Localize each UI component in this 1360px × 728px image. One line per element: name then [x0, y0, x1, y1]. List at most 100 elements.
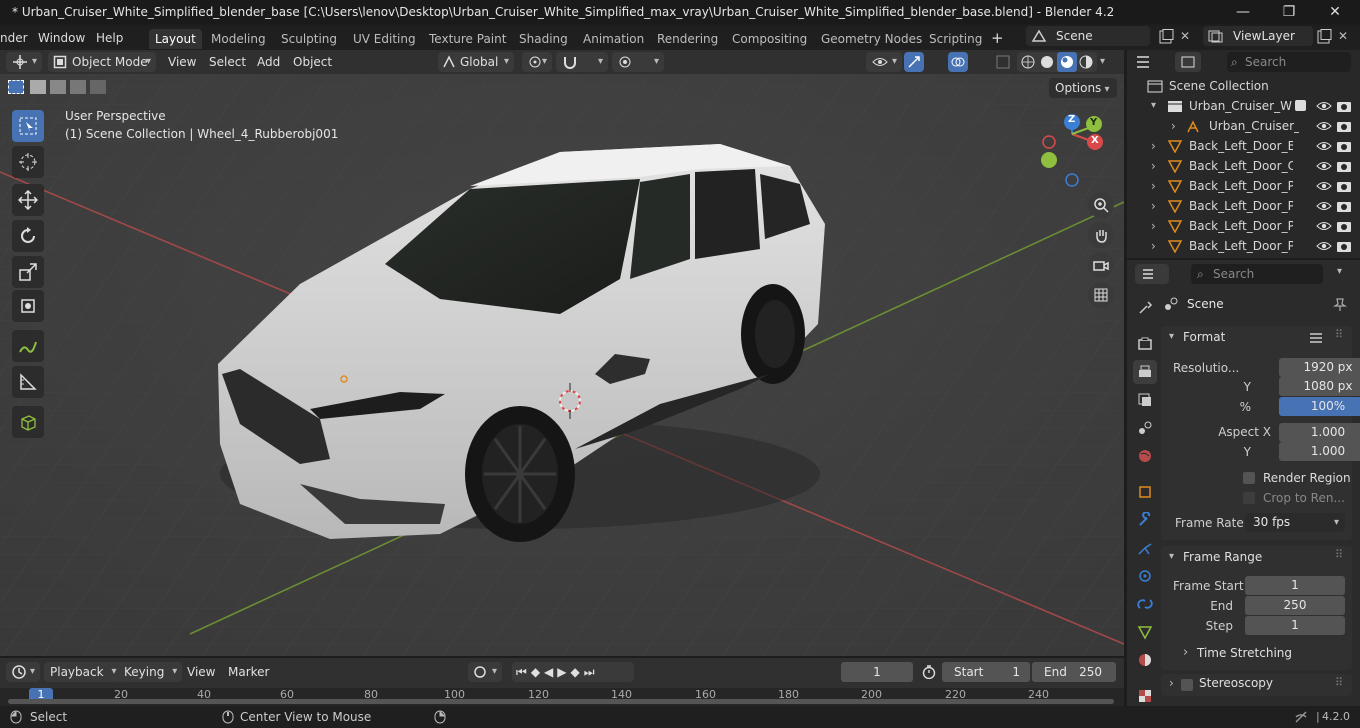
camera-icon[interactable] — [1336, 198, 1352, 214]
outliner-row[interactable]: › Urban_Cruiser_ — [1127, 116, 1360, 136]
rotate-tool[interactable] — [12, 220, 44, 252]
tab-animation[interactable]: Animation — [577, 29, 650, 49]
new-scene-icon[interactable] — [1158, 29, 1174, 45]
solid-shading-icon[interactable] — [1039, 54, 1055, 70]
aspect-x-field[interactable]: 1.000 — [1279, 423, 1360, 442]
delete-scene-icon[interactable]: ✕ — [1180, 29, 1190, 43]
tab-data[interactable] — [1133, 620, 1157, 644]
expand-chevron-icon[interactable]: › — [1171, 116, 1176, 136]
select-intersect-icon[interactable] — [90, 80, 106, 94]
tab-modifiers[interactable] — [1133, 508, 1157, 532]
shading-options-chevron-icon[interactable]: ▾ — [1100, 52, 1105, 72]
eye-icon[interactable] — [1316, 98, 1332, 114]
pan-button[interactable] — [1088, 222, 1114, 248]
tab-layout[interactable]: Layout — [149, 29, 202, 49]
material-shading-button[interactable] — [1057, 52, 1077, 72]
add-cube-tool[interactable] — [12, 406, 44, 438]
tab-constraints[interactable] — [1133, 592, 1157, 616]
scene-selector[interactable]: Scene — [1026, 26, 1150, 46]
exclude-checkbox[interactable] — [1295, 100, 1306, 111]
end-frame-field[interactable]: End 250 — [1032, 662, 1116, 682]
menu-playback[interactable]: Playback — [44, 662, 122, 682]
select-box-tool[interactable] — [12, 110, 44, 142]
menu-keying[interactable]: Keying — [118, 662, 183, 682]
proportional-edit-toggle[interactable] — [612, 52, 664, 72]
menu-object[interactable]: Object — [293, 52, 332, 72]
presets-list-icon[interactable] — [1309, 331, 1323, 345]
visibility-toggle[interactable] — [866, 52, 902, 72]
start-frame-field[interactable]: Start 1 — [942, 662, 1030, 682]
annotate-tool[interactable] — [12, 330, 44, 362]
eye-icon[interactable] — [1316, 198, 1332, 214]
camera-icon[interactable] — [1336, 158, 1352, 174]
outliner-row[interactable]: › Back_Left_Door_Pla — [1127, 216, 1360, 236]
expand-chevron-icon[interactable]: › — [1151, 136, 1156, 156]
outliner-row[interactable]: ▾ Urban_Cruiser_Whi — [1127, 96, 1360, 116]
add-workspace-button[interactable]: + — [991, 28, 1004, 48]
tab-texture-paint[interactable]: Texture Paint — [423, 29, 512, 49]
zoom-button[interactable] — [1088, 192, 1114, 218]
tab-tool[interactable] — [1133, 296, 1157, 320]
tab-output[interactable] — [1133, 360, 1157, 384]
eye-icon[interactable] — [1316, 138, 1332, 154]
expand-chevron-icon[interactable]: › — [1151, 196, 1156, 216]
cursor-tool[interactable] — [12, 146, 44, 178]
tab-object[interactable] — [1133, 480, 1157, 504]
menu-timeline-view[interactable]: View — [187, 662, 215, 682]
scale-tool[interactable] — [12, 256, 44, 288]
outliner-search[interactable]: ⌕ Search — [1227, 52, 1351, 72]
timeline-editor-type[interactable] — [6, 662, 40, 682]
camera-icon[interactable] — [1336, 118, 1352, 134]
maximize-button[interactable]: ❐ — [1266, 0, 1312, 24]
expand-chevron-icon[interactable]: › — [1151, 156, 1156, 176]
frame-step-field[interactable]: 1 — [1245, 616, 1345, 635]
outliner-root[interactable]: Scene Collection — [1127, 76, 1360, 96]
eye-icon[interactable] — [1316, 178, 1332, 194]
pin-icon[interactable] — [1333, 297, 1347, 311]
prev-keyframe-icon[interactable]: ◆ — [531, 665, 544, 679]
transform-orientation-selector[interactable]: Global — [438, 52, 514, 72]
menu-marker[interactable]: Marker — [228, 662, 269, 682]
outliner-editor-icon[interactable] — [1135, 55, 1153, 69]
auto-keying-toggle[interactable] — [468, 662, 502, 682]
eye-icon[interactable] — [1316, 238, 1332, 254]
tab-material[interactable] — [1133, 648, 1157, 672]
timeline-scrollbar[interactable] — [8, 699, 1114, 704]
select-invert-icon[interactable] — [70, 80, 86, 94]
outliner-row[interactable]: › Back_Left_Door_Pla — [1127, 196, 1360, 216]
stereoscopy-checkbox[interactable] — [1181, 679, 1193, 691]
tab-texture[interactable] — [1133, 684, 1157, 708]
play-icon[interactable]: ▶ — [557, 665, 570, 679]
tab-scene[interactable] — [1133, 416, 1157, 440]
display-mode-selector[interactable] — [1175, 52, 1201, 72]
tab-modeling[interactable]: Modeling — [205, 29, 272, 49]
properties-editor-type[interactable] — [1135, 264, 1169, 284]
expand-chevron-icon[interactable]: › — [1151, 216, 1156, 236]
eye-icon[interactable] — [1316, 158, 1332, 174]
tab-compositing[interactable]: Compositing — [726, 29, 813, 49]
rendered-shading-icon[interactable] — [1078, 54, 1094, 70]
move-tool[interactable] — [12, 184, 44, 216]
tab-sculpting[interactable]: Sculpting — [275, 29, 343, 49]
tab-shading[interactable]: Shading — [513, 29, 574, 49]
editor-type-button[interactable] — [6, 52, 42, 72]
camera-icon[interactable] — [1336, 98, 1352, 114]
tab-view-layer[interactable] — [1133, 388, 1157, 412]
snap-toggle[interactable] — [556, 52, 608, 72]
drag-handle-icon[interactable]: ⠿ — [1335, 548, 1343, 561]
delete-view-layer-icon[interactable]: ✕ — [1338, 29, 1348, 43]
outliner-row[interactable]: › Back_Left_Door_Clo — [1127, 156, 1360, 176]
close-button[interactable]: ✕ — [1312, 0, 1358, 24]
menu-select[interactable]: Select — [209, 52, 246, 72]
xray-icon[interactable] — [995, 54, 1011, 70]
next-keyframe-icon[interactable]: ◆ — [571, 665, 584, 679]
jump-end-icon[interactable]: ⏭ — [584, 665, 599, 679]
frame-start-field[interactable]: 1 — [1245, 576, 1345, 595]
expand-chevron-icon[interactable]: › — [1169, 676, 1174, 690]
frame-rate-selector[interactable]: 30 fps ▾ — [1245, 513, 1345, 532]
camera-icon[interactable] — [1336, 138, 1352, 154]
select-subtract-icon[interactable] — [50, 80, 66, 94]
menu-render[interactable]: nder — [0, 28, 28, 48]
camera-view-button[interactable] — [1088, 252, 1114, 278]
menu-window[interactable]: Window — [38, 28, 85, 48]
